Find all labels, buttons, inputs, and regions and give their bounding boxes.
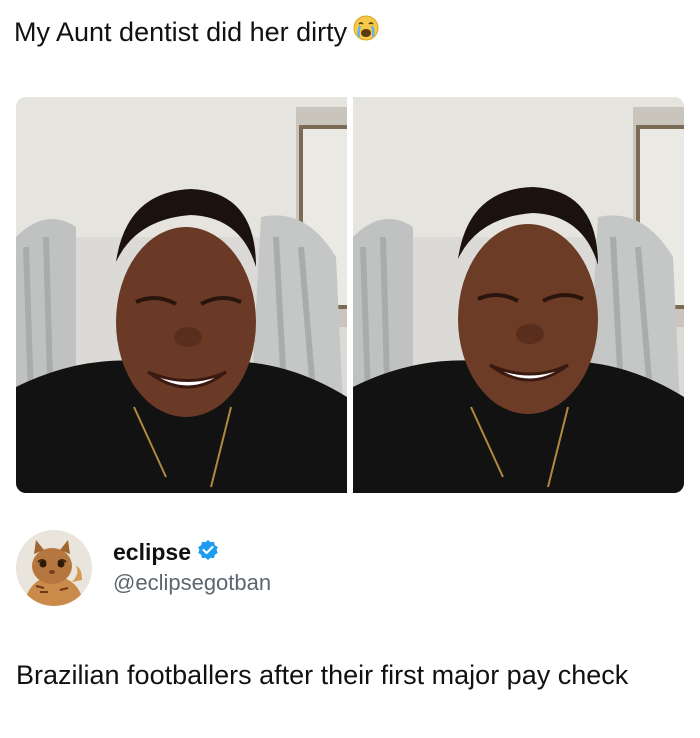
tweet-author: eclipse @eclipsegotban xyxy=(16,530,271,606)
meme-caption: My Aunt dentist did her dirty xyxy=(14,12,379,52)
verified-badge-icon xyxy=(197,539,219,566)
tweet-body: Brazilian footballers after their first … xyxy=(16,660,629,690)
caption-text: My Aunt dentist did her dirty xyxy=(14,17,348,47)
user-handle[interactable]: @eclipsegotban xyxy=(113,568,271,598)
photo-pair xyxy=(16,97,684,493)
display-name[interactable]: eclipse xyxy=(113,538,191,566)
crying-face-icon xyxy=(353,12,379,52)
avatar[interactable] xyxy=(16,530,92,606)
after-selfie-photo[interactable] xyxy=(353,97,684,493)
before-selfie-photo[interactable] xyxy=(16,97,347,493)
